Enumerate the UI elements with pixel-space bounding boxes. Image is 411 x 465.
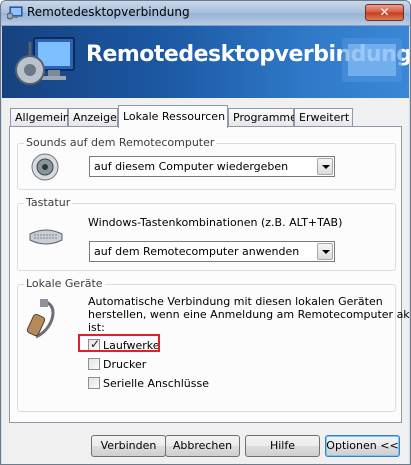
remote-desktop-app-icon [7,6,23,20]
title-bar[interactable]: Remotedesktopverbindung ✕ [1,1,410,26]
header-banner: Remotedesktopverbindung [2,26,409,98]
tab-erweitert[interactable]: Erweitert [294,108,353,126]
devices-description-line2: herstellen, wenn eine Anmeldung am Remot… [88,308,411,321]
connect-button-label: Verbinden [100,439,157,452]
chevron-down-icon[interactable] [317,243,333,260]
options-button-label: Optionen << [326,439,399,452]
help-button[interactable]: Hilfe [245,435,320,457]
laufwerke-highlight-box [78,334,160,352]
devices-description-line1: Automatische Verbindung mit diesen lokal… [88,295,383,308]
keyboard-dropdown-value: auf dem Remotecomputer anwenden [94,245,300,258]
tab-programme[interactable]: Programme [228,108,297,126]
dialog-content: Allgemein Anzeige Lokale Ressourcen Prog… [2,98,410,464]
keyboard-icon [29,229,63,245]
speaker-icon [31,153,59,181]
tab-panel-lokale-ressourcen: Sounds auf dem Remotecomputer auf diesem… [9,126,410,423]
local-devices-group: Lokale Geräte Automatische Verbindung mi… [17,277,410,412]
options-button[interactable]: Optionen << [325,435,400,457]
remote-desktop-window: Remotedesktopverbindung ✕ Remotedesktopv… [0,0,411,465]
tab-label: Programme [233,111,297,124]
cancel-button[interactable]: Abbrechen [165,435,240,457]
close-button[interactable]: ✕ [365,4,404,21]
sounds-dropdown-value: auf diesem Computer wiedergeben [94,160,289,173]
tab-label: Allgemein [15,111,70,124]
help-button-label: Hilfe [269,439,296,452]
keyboard-group: Tastatur Windows-Tastenkombinationen (z.… [17,196,396,271]
plug-icon [26,299,55,339]
tab-anzeige[interactable]: Anzeige [68,108,118,126]
sounds-dropdown[interactable]: auf diesem Computer wiedergeben [89,156,335,177]
close-icon: ✕ [379,5,390,19]
remote-desktop-logo-icon [15,37,75,85]
drucker-label[interactable]: Drucker [103,358,146,371]
window-title: Remotedesktopverbindung [27,5,190,19]
keyboard-group-label: Tastatur [24,196,73,209]
connect-button[interactable]: Verbinden [91,435,166,457]
tab-label: Lokale Ressourcen [123,110,226,123]
tab-label: Anzeige [73,111,117,124]
serielle-anschluesse-checkbox[interactable] [88,377,100,389]
tab-label: Erweitert [299,111,350,124]
tab-allgemein[interactable]: Allgemein [10,108,70,126]
sounds-group-label: Sounds auf dem Remotecomputer [24,136,217,149]
cancel-button-label: Abbrechen [172,439,233,452]
devices-description-line3: ist: [88,321,105,334]
keyboard-dropdown[interactable]: auf dem Remotecomputer anwenden [89,241,335,262]
tab-lokale-ressourcen[interactable]: Lokale Ressourcen [118,105,228,128]
drucker-checkbox[interactable] [88,358,100,370]
serielle-anschluesse-label[interactable]: Serielle Anschlüsse [103,377,209,390]
keyboard-description: Windows-Tastenkombinationen (z.B. ALT+TA… [88,216,343,229]
chevron-down-icon[interactable] [317,158,333,175]
banner-decoration-monitor [342,38,402,82]
local-devices-group-label: Lokale Geräte [24,277,105,290]
sounds-group: Sounds auf dem Remotecomputer auf diesem… [17,136,396,190]
